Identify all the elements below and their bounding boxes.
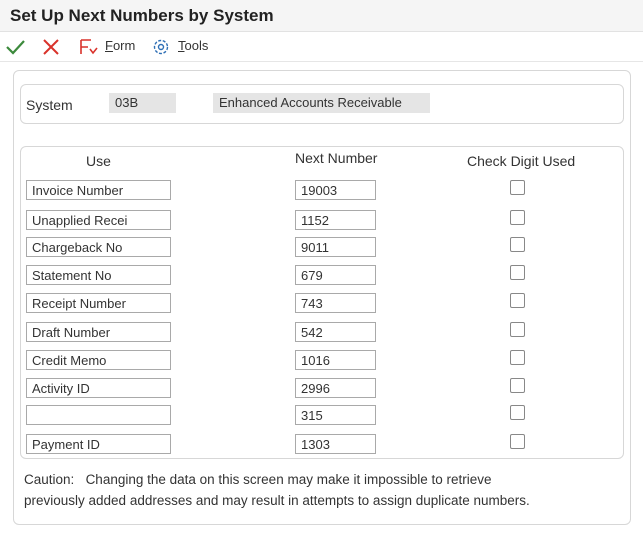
toolbar: Form Tools	[0, 32, 643, 62]
use-field[interactable]: Unapplied Recei	[26, 210, 171, 230]
next-number-field[interactable]: 9011	[295, 237, 376, 257]
use-field[interactable]	[26, 405, 171, 425]
use-field[interactable]: Statement No	[26, 265, 171, 285]
use-field[interactable]: Activity ID	[26, 378, 171, 398]
gear-icon	[153, 39, 169, 55]
column-header-check-digit: Check Digit Used	[467, 153, 576, 169]
form-menu-label: Form	[105, 38, 136, 53]
page-title: Set Up Next Numbers by System	[10, 6, 274, 25]
table-row: Credit Memo 1016	[21, 350, 625, 376]
check-digit-checkbox[interactable]	[510, 434, 525, 449]
use-field[interactable]: Payment ID	[26, 434, 171, 454]
check-digit-checkbox[interactable]	[510, 322, 525, 337]
table-row: Receipt Number 743	[21, 293, 625, 319]
check-digit-checkbox[interactable]	[510, 237, 525, 252]
table-row: Statement No 679	[21, 265, 625, 291]
caution-message: Caution: Changing the data on this scree…	[24, 469, 624, 511]
table-row: Unapplied Recei 1152	[21, 210, 625, 236]
check-digit-checkbox[interactable]	[510, 210, 525, 225]
next-number-field[interactable]: 315	[295, 405, 376, 425]
check-digit-checkbox[interactable]	[510, 293, 525, 308]
table-row: Activity ID 2996	[21, 378, 625, 404]
check-digit-checkbox[interactable]	[510, 350, 525, 365]
system-label: System	[26, 97, 73, 113]
table-row: Invoice Number 19003	[21, 180, 625, 206]
check-digit-checkbox[interactable]	[510, 265, 525, 280]
next-number-field[interactable]: 1016	[295, 350, 376, 370]
next-number-field[interactable]: 743	[295, 293, 376, 313]
next-number-field[interactable]: 19003	[295, 180, 376, 200]
check-digit-checkbox[interactable]	[510, 405, 525, 420]
caution-line-1: Caution: Changing the data on this scree…	[24, 469, 624, 490]
system-section: System 03B Enhanced Accounts Receivable	[20, 84, 624, 124]
form-panel: System 03B Enhanced Accounts Receivable …	[13, 70, 631, 525]
use-field[interactable]: Credit Memo	[26, 350, 171, 370]
column-header-next-number: Next Number	[295, 150, 378, 166]
use-field[interactable]: Invoice Number	[26, 180, 171, 200]
use-field[interactable]: Receipt Number	[26, 293, 171, 313]
table-row: Draft Number 542	[21, 322, 625, 348]
system-code-field: 03B	[109, 93, 176, 113]
system-description-field: Enhanced Accounts Receivable	[213, 93, 430, 113]
form-icon	[80, 39, 98, 55]
next-numbers-grid: Use Next Number Check Digit Used Invoice…	[20, 146, 624, 459]
x-icon[interactable]	[40, 37, 62, 57]
check-digit-checkbox[interactable]	[510, 180, 525, 195]
table-row: Chargeback No 9011	[21, 237, 625, 263]
use-field[interactable]: Draft Number	[26, 322, 171, 342]
check-digit-checkbox[interactable]	[510, 378, 525, 393]
caution-label: Caution:	[24, 472, 75, 487]
next-number-field[interactable]: 542	[295, 322, 376, 342]
next-number-field[interactable]: 679	[295, 265, 376, 285]
next-number-field[interactable]: 1152	[295, 210, 376, 230]
column-header-use: Use	[86, 153, 111, 169]
next-number-field[interactable]: 2996	[295, 378, 376, 398]
use-field[interactable]: Chargeback No	[26, 237, 171, 257]
tools-menu-label: Tools	[178, 38, 209, 53]
next-number-field[interactable]: 1303	[295, 434, 376, 454]
title-bar: Set Up Next Numbers by System	[0, 0, 643, 32]
checkmark-icon[interactable]	[4, 37, 26, 57]
table-row: 315	[21, 405, 625, 431]
table-row: Payment ID 1303	[21, 434, 625, 460]
caution-text-1: Changing the data on this screen may mak…	[85, 472, 492, 487]
caution-text-2: previously added addresses and may resul…	[24, 493, 530, 508]
